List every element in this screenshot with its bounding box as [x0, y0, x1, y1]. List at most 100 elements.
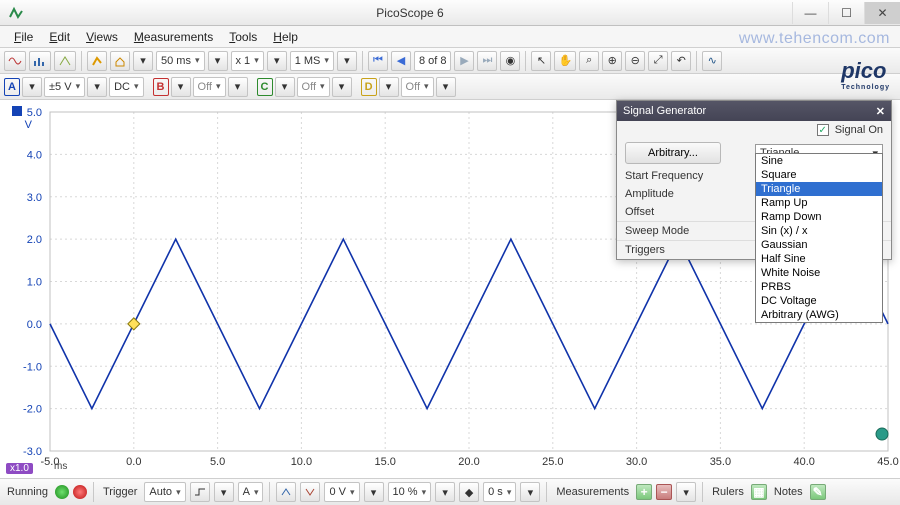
svg-text:-1.0: -1.0 — [23, 361, 42, 373]
svg-text:15.0: 15.0 — [374, 456, 395, 468]
channel-a-label[interactable]: A — [4, 78, 20, 96]
stop-capture-icon[interactable] — [73, 485, 87, 499]
capture-state: Running — [4, 486, 51, 498]
svg-text:35.0: 35.0 — [710, 456, 731, 468]
buffer-next-icon[interactable]: ▶ — [454, 51, 474, 71]
menu-views[interactable]: Views — [78, 28, 126, 46]
maximize-button[interactable]: ☐ — [828, 2, 864, 24]
trigger-rising-icon[interactable] — [276, 482, 296, 502]
buffer-indicator[interactable]: 8 of 8 — [414, 51, 452, 71]
waveform-option[interactable]: PRBS — [756, 280, 882, 294]
trigger-level-spin[interactable]: ▾ — [364, 482, 384, 502]
arbitrary-button[interactable]: Arbitrary... — [625, 142, 721, 164]
channel-d-menu[interactable]: ▾ — [379, 77, 399, 97]
waveform-option[interactable]: Arbitrary (AWG) — [756, 308, 882, 322]
trigger-edge-icon[interactable] — [190, 482, 210, 502]
waveform-option[interactable]: Square — [756, 168, 882, 182]
signal-generator-panel: Signal Generator ✕ ✓ Signal On Arbitrary… — [616, 100, 892, 260]
persistence-mode-icon[interactable] — [54, 51, 76, 71]
timebase-dropdown-arrow[interactable]: ▾ — [133, 51, 153, 71]
add-measurement-button[interactable]: + — [636, 484, 652, 500]
menu-help[interactable]: Help — [265, 28, 306, 46]
signal-on-checkbox[interactable]: ✓ — [817, 124, 829, 136]
spectrum-mode-icon[interactable] — [29, 51, 51, 71]
home-icon[interactable] — [110, 51, 130, 71]
xmult-spin[interactable]: ▾ — [267, 51, 287, 71]
signal-generator-icon[interactable]: ∿ — [702, 51, 722, 71]
waveform-option[interactable]: Sine — [756, 154, 882, 168]
trigger-level[interactable]: 0 V▾ — [324, 482, 359, 502]
channel-b-range[interactable]: Off▾ — [193, 77, 226, 97]
svg-text:10.0: 10.0 — [291, 456, 312, 468]
panel-close-icon[interactable]: ✕ — [876, 105, 885, 118]
trigger-options-icon[interactable]: ▾ — [214, 482, 234, 502]
trigger-mode-select[interactable]: Auto▾ — [144, 482, 185, 502]
buffer-prev-icon[interactable]: ◀ — [391, 51, 411, 71]
x-axis-unit: ms — [54, 461, 67, 472]
start-capture-icon[interactable] — [55, 485, 69, 499]
waveform-option[interactable]: Half Sine — [756, 252, 882, 266]
channel-a-menu[interactable]: ▾ — [22, 77, 42, 97]
zoom-rect-icon[interactable]: ⌕ — [579, 51, 599, 71]
trigger-falling-icon[interactable] — [300, 482, 320, 502]
channel-d-label[interactable]: D — [361, 78, 377, 96]
buffer-last-icon[interactable]: ⏭ — [477, 51, 497, 71]
svg-text:2.0: 2.0 — [27, 234, 42, 246]
samples-select[interactable]: 1 MS▾ — [290, 51, 334, 71]
waveform-option[interactable]: DC Voltage — [756, 294, 882, 308]
trigger-delay-spin[interactable]: ▾ — [520, 482, 540, 502]
timebase-spin[interactable]: ▾ — [208, 51, 228, 71]
channel-d-range[interactable]: Off▾ — [401, 77, 434, 97]
channel-c-range-spin[interactable]: ▾ — [332, 77, 352, 97]
samples-spin[interactable]: ▾ — [337, 51, 357, 71]
remove-measurement-button[interactable]: − — [656, 484, 672, 500]
channel-b-label[interactable]: B — [153, 78, 169, 96]
undo-zoom-icon[interactable]: ↶ — [671, 51, 691, 71]
auto-setup-icon[interactable] — [87, 51, 107, 71]
waveform-option[interactable]: Sin (x) / x — [756, 224, 882, 238]
buffer-overview-icon[interactable]: ◉ — [500, 51, 520, 71]
scope-mode-icon[interactable] — [4, 51, 26, 71]
buffer-first-icon[interactable]: ⏮ — [368, 51, 388, 71]
channel-c-menu[interactable]: ▾ — [275, 77, 295, 97]
rulers-button[interactable]: ▦ — [751, 484, 767, 500]
pointer-tool-icon[interactable]: ↖ — [531, 51, 551, 71]
menu-edit[interactable]: Edit — [41, 28, 78, 46]
minimize-button[interactable]: — — [792, 2, 828, 24]
waveform-option[interactable]: Triangle — [756, 182, 882, 196]
trigger-source-select[interactable]: A▾ — [238, 482, 264, 502]
pretrigger-select[interactable]: 10 %▾ — [388, 482, 432, 502]
menu-file[interactable]: File — [6, 28, 41, 46]
notes-label: Notes — [771, 486, 806, 498]
channel-a-range[interactable]: ±5 V▾ — [44, 77, 85, 97]
pretrigger-spin[interactable]: ▾ — [435, 482, 455, 502]
menu-tools[interactable]: Tools — [221, 28, 265, 46]
waveform-option[interactable]: Ramp Up — [756, 196, 882, 210]
trigger-marker-icon[interactable]: ◆ — [459, 482, 479, 502]
channel-a-range-spin[interactable]: ▾ — [87, 77, 107, 97]
channel-b-menu[interactable]: ▾ — [171, 77, 191, 97]
svg-text:V: V — [25, 119, 33, 131]
waveform-option[interactable]: Gaussian — [756, 238, 882, 252]
notes-button[interactable]: ✎ — [810, 484, 826, 500]
plot-area[interactable]: 5.04.03.02.01.00.0-1.0-2.0-3.0V-5.00.05.… — [0, 100, 900, 479]
hand-tool-icon[interactable]: ✋ — [554, 51, 576, 71]
measurement-options[interactable]: ▾ — [676, 482, 696, 502]
close-button[interactable]: ✕ — [864, 2, 900, 24]
channel-b-range-spin[interactable]: ▾ — [228, 77, 248, 97]
window-title: PicoScope 6 — [28, 6, 792, 20]
trigger-delay[interactable]: 0 s▾ — [483, 482, 516, 502]
xmult-select[interactable]: x 1▾ — [231, 51, 264, 71]
channel-a-coupling[interactable]: DC▾ — [109, 77, 143, 97]
trigger-label: Trigger — [100, 486, 140, 498]
menu-measurements[interactable]: Measurements — [126, 28, 221, 46]
timebase-select[interactable]: 50 ms▾ — [156, 51, 205, 71]
channel-c-range[interactable]: Off▾ — [297, 77, 330, 97]
waveform-option[interactable]: White Noise — [756, 266, 882, 280]
zoom-in-icon[interactable]: ⊕ — [602, 51, 622, 71]
zoom-fit-icon[interactable]: ⤢ — [648, 51, 668, 71]
channel-c-label[interactable]: C — [257, 78, 273, 96]
zoom-out-icon[interactable]: ⊖ — [625, 51, 645, 71]
waveform-option[interactable]: Ramp Down — [756, 210, 882, 224]
channel-d-range-spin[interactable]: ▾ — [436, 77, 456, 97]
